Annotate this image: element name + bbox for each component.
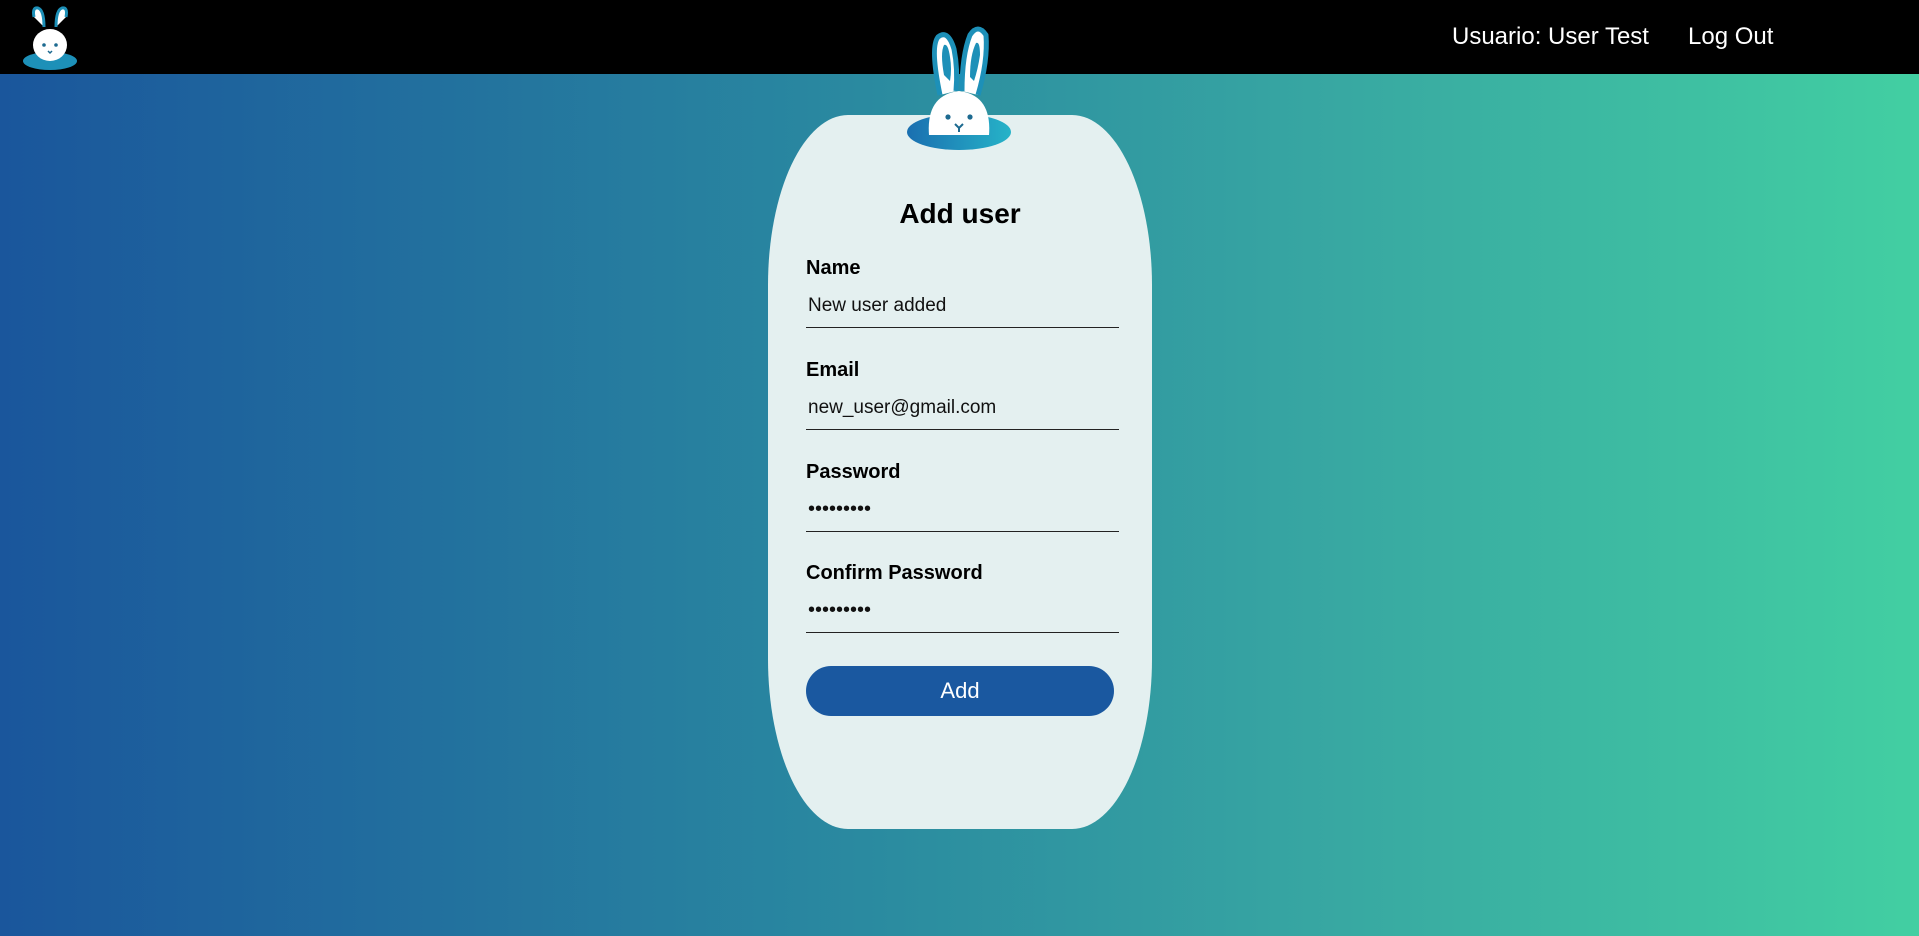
password-label: Password: [806, 461, 901, 483]
password-field-group: Password: [806, 460, 1119, 532]
confirm-password-label: Confirm Password: [806, 562, 983, 584]
confirm-password-field-group: Confirm Password: [806, 561, 1119, 633]
email-label: Email: [806, 359, 860, 381]
page-title: Add user: [899, 198, 1021, 229]
bunny-logo-icon[interactable]: [20, 5, 80, 71]
add-user-button[interactable]: Add: [806, 666, 1114, 716]
logout-link[interactable]: Log Out: [1688, 22, 1773, 52]
password-input[interactable]: [806, 494, 1119, 532]
name-field-group: Name: [806, 256, 1119, 328]
bunny-logo-icon: [907, 26, 1011, 150]
name-label: Name: [806, 257, 861, 279]
email-input[interactable]: [806, 392, 1119, 430]
add-user-card: Add user Name Email Password Confirm Pas…: [768, 115, 1152, 829]
confirm-password-input[interactable]: [806, 595, 1119, 633]
current-user-label: Usuario: User Test: [1452, 23, 1649, 50]
name-input[interactable]: [806, 290, 1119, 328]
email-field-group: Email: [806, 358, 1119, 430]
